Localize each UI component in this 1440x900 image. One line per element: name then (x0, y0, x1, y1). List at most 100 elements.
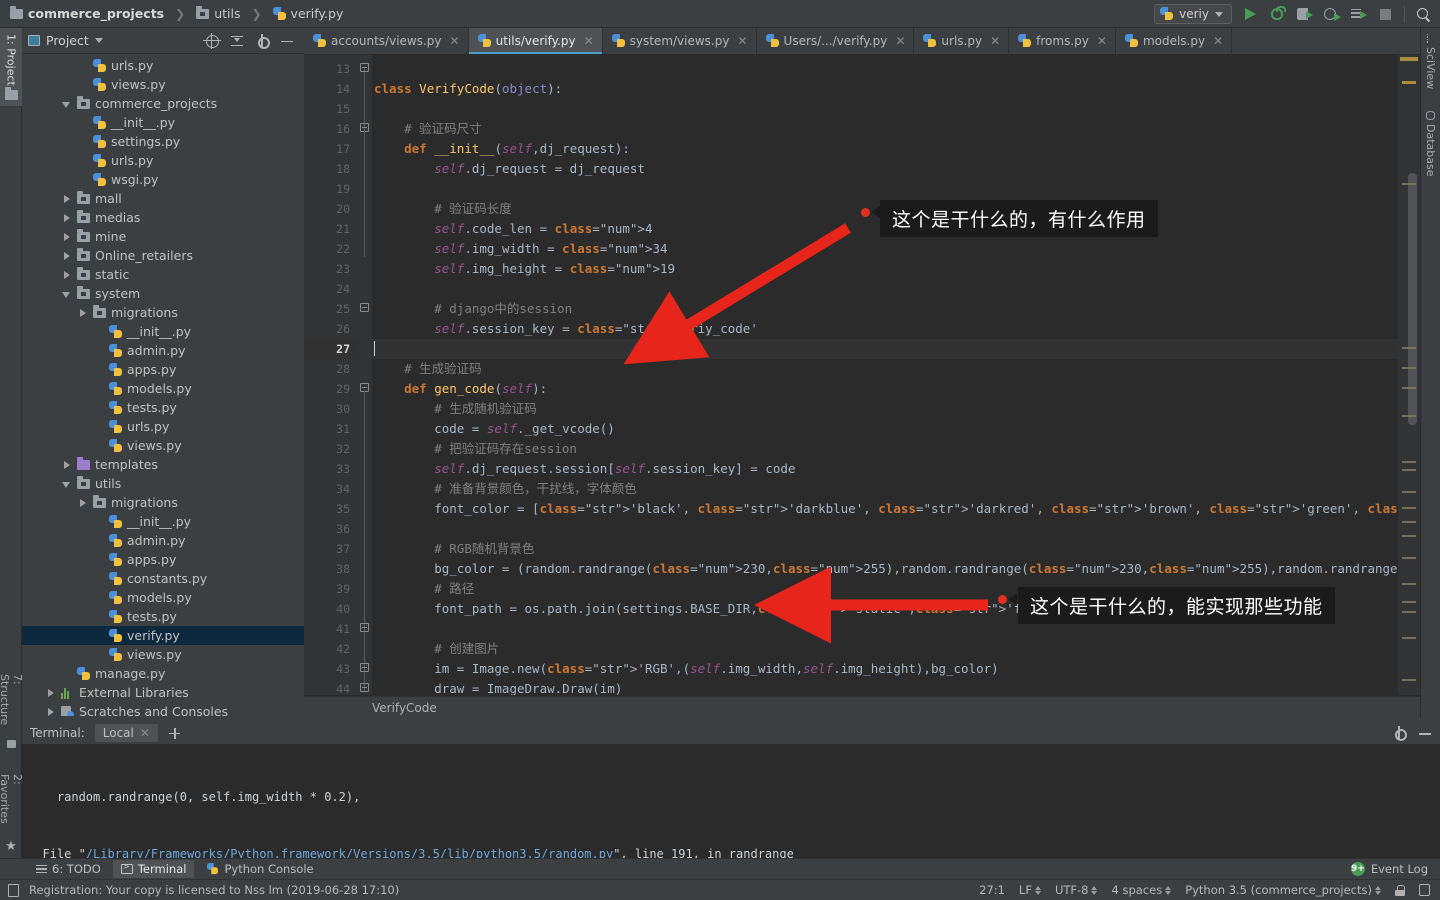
code-line[interactable] (372, 99, 1420, 119)
chevron-right-icon[interactable] (46, 688, 56, 698)
editor-tab[interactable]: utils/verify.py✕ (469, 28, 603, 54)
tree-item[interactable]: verify.py (22, 626, 304, 645)
code-line[interactable]: # 创建图片 (372, 639, 1420, 659)
terminal-session-tab[interactable]: Local ✕ (95, 724, 158, 742)
indent-selector[interactable]: 4 spaces (1111, 883, 1171, 897)
code-line[interactable]: bg_color = (random.randrange(class="num"… (372, 559, 1420, 579)
tree-item[interactable]: manage.py (22, 664, 304, 683)
profile-button[interactable] (1323, 6, 1340, 23)
tree-item[interactable]: urls.py (22, 151, 304, 170)
code-line[interactable]: self.img_height = class="num">19 (372, 259, 1420, 279)
tree-item[interactable]: templates (22, 455, 304, 474)
stop-button[interactable] (1377, 6, 1394, 23)
code-line[interactable]: # RGB随机背景色 (372, 539, 1420, 559)
code-line[interactable]: draw = ImageDraw.Draw(im) (372, 679, 1420, 695)
close-icon[interactable]: ✕ (1097, 34, 1107, 48)
code-line[interactable] (372, 279, 1420, 299)
tree-item[interactable]: medias (22, 208, 304, 227)
tree-item[interactable]: Scratches and Consoles (22, 702, 304, 716)
code-line[interactable]: font_color = [class="str">'black', class… (372, 499, 1420, 519)
run-with-console-button[interactable] (1350, 6, 1367, 23)
breadcrumb-item-project[interactable]: commerce_projects (28, 6, 164, 21)
tree-item[interactable]: system (22, 284, 304, 303)
tree-item[interactable]: migrations (22, 303, 304, 322)
chevron-right-icon[interactable] (78, 308, 88, 318)
tree-item[interactable]: External Libraries (22, 683, 304, 702)
chevron-right-icon[interactable] (78, 498, 88, 508)
breadcrumb-item-utils[interactable]: utils (214, 6, 240, 21)
run-configuration-selector[interactable]: veriy (1154, 4, 1232, 24)
code-line[interactable] (372, 179, 1420, 199)
hide-icon[interactable] (1418, 726, 1432, 740)
encoding-selector[interactable]: UTF-8 (1055, 883, 1098, 897)
run-button[interactable] (1242, 6, 1259, 23)
tree-item[interactable]: mine (22, 227, 304, 246)
editor-tab-bar[interactable]: accounts/views.py✕utils/verify.py✕system… (304, 28, 1420, 55)
tree-item[interactable]: static (22, 265, 304, 284)
search-everywhere-icon[interactable] (1415, 6, 1432, 23)
caret-position[interactable]: 27:1 (979, 883, 1005, 897)
close-icon[interactable]: ✕ (990, 34, 1000, 48)
tree-item[interactable]: urls.py (22, 417, 304, 436)
code-line[interactable]: self.img_width = class="num">34 (372, 239, 1420, 259)
close-icon[interactable]: ✕ (140, 726, 150, 740)
breadcrumb-item-file[interactable]: verify.py (291, 6, 344, 21)
tree-item[interactable]: migrations (22, 493, 304, 512)
tree-item[interactable]: settings.py (22, 132, 304, 151)
editor-tab[interactable]: models.py✕ (1116, 28, 1232, 54)
chevron-right-icon[interactable] (62, 194, 72, 204)
code-line[interactable] (372, 519, 1420, 539)
code-line[interactable]: code = self._get_vcode() (372, 419, 1420, 439)
bottom-tab-python-console[interactable]: Python Console (198, 860, 321, 878)
code-line[interactable] (372, 339, 1420, 359)
sidebar-tab-database[interactable]: Database (1421, 105, 1440, 183)
code-line[interactable]: def __init__(self,dj_request): (372, 139, 1420, 159)
interpreter-selector[interactable]: Python 3.5 (commerce_projects) (1185, 883, 1381, 897)
chevron-right-icon[interactable] (62, 251, 72, 261)
coverage-button[interactable] (1296, 6, 1313, 23)
tree-item[interactable]: apps.py (22, 550, 304, 569)
code-line[interactable]: def gen_code(self): (372, 379, 1420, 399)
close-icon[interactable]: ✕ (450, 34, 460, 48)
new-terminal-icon[interactable] (168, 727, 181, 740)
editor-breadcrumb[interactable]: VerifyCode (304, 696, 1420, 718)
sidebar-tab-sciview[interactable]: SciView (1421, 28, 1440, 95)
tree-item[interactable]: tests.py (22, 607, 304, 626)
close-icon[interactable]: ✕ (737, 34, 747, 48)
line-separator-selector[interactable]: LF (1019, 883, 1041, 897)
tree-item[interactable]: commerce_projects (22, 94, 304, 113)
code-line[interactable]: # 准备背景颜色，干扰线，字体颜色 (372, 479, 1420, 499)
code-line[interactable] (372, 59, 1420, 79)
tree-item[interactable]: models.py (22, 588, 304, 607)
code-line[interactable]: class VerifyCode(object): (372, 79, 1420, 99)
lock-icon[interactable] (1395, 885, 1405, 896)
code-line[interactable]: im = Image.new(class="str">'RGB',(self.i… (372, 659, 1420, 679)
tree-item[interactable]: admin.py (22, 531, 304, 550)
tree-item[interactable]: views.py (22, 75, 304, 94)
hide-icon[interactable] (280, 34, 294, 48)
tree-item[interactable]: tests.py (22, 398, 304, 417)
chevron-right-icon[interactable] (62, 270, 72, 280)
code-line[interactable]: self.session_key = class="str">'veriy_co… (372, 319, 1420, 339)
code-line[interactable]: self.dj_request = dj_request (372, 159, 1420, 179)
collapse-all-icon[interactable] (230, 34, 244, 48)
code-line[interactable]: # 生成随机验证码 (372, 399, 1420, 419)
settings-gear-icon[interactable] (1392, 726, 1406, 740)
editor-tab[interactable]: urls.py✕ (914, 28, 1009, 54)
tree-item[interactable]: admin.py (22, 341, 304, 360)
tree-item[interactable]: __init__.py (22, 322, 304, 341)
sidebar-tab-structure[interactable]: 7: Structure (0, 668, 22, 754)
tree-item[interactable]: __init__.py (22, 113, 304, 132)
editor-scrollbar[interactable] (1398, 55, 1420, 695)
editor-tab[interactable]: froms.py✕ (1009, 28, 1116, 54)
sidebar-tab-favorites[interactable]: 2: Favorites ★ (0, 768, 22, 860)
chevron-down-icon[interactable] (95, 38, 103, 43)
chevron-right-icon[interactable] (46, 707, 56, 717)
debug-button[interactable] (1269, 6, 1286, 23)
code-folding-column[interactable] (358, 55, 372, 695)
event-log-label[interactable]: Event Log (1371, 862, 1428, 876)
chevron-down-icon[interactable] (62, 99, 72, 109)
tree-item[interactable]: Online_retailers (22, 246, 304, 265)
tree-item[interactable]: __init__.py (22, 512, 304, 531)
bottom-tab-todo[interactable]: 6: TODO (28, 860, 109, 878)
